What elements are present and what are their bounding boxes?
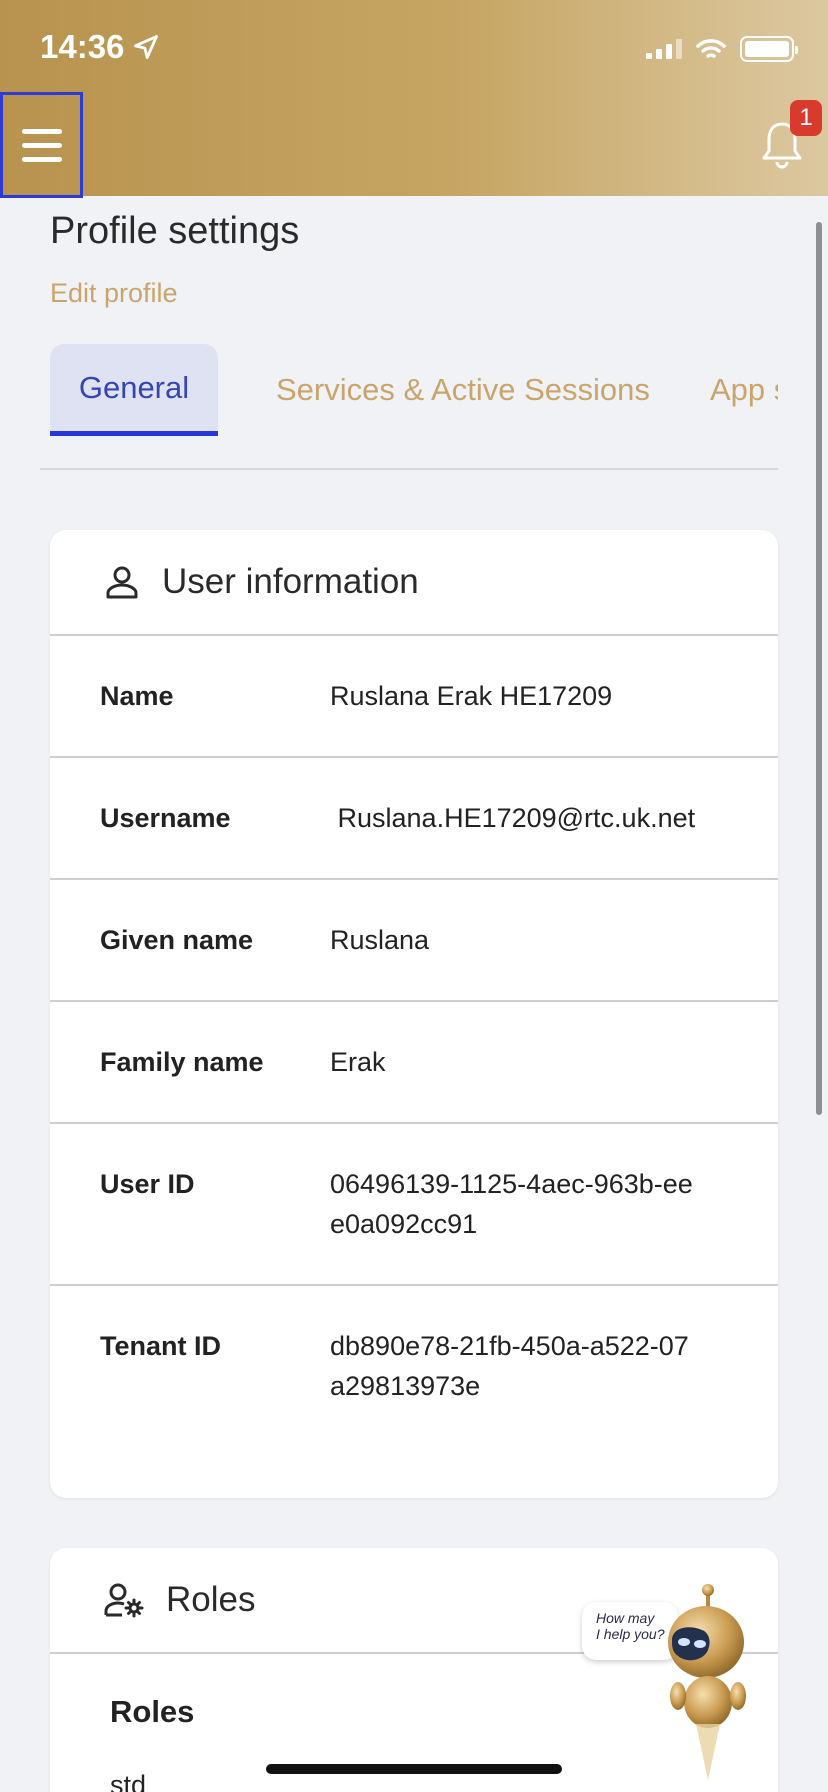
menu-line: [21, 142, 62, 148]
cellular-signal-icon: [646, 39, 682, 59]
row-label: Family name: [100, 1046, 264, 1077]
info-row-name: Name Ruslana Erak HE17209: [50, 636, 778, 758]
tab-general[interactable]: General: [50, 344, 218, 436]
row-value: Ruslana Erak HE17209: [330, 681, 613, 711]
tab-services-active-sessions[interactable]: Services & Active Sessions: [276, 344, 650, 436]
robot-icon: [668, 1584, 746, 1780]
notification-badge: 1: [790, 100, 822, 136]
user-roles-icon: [104, 1583, 144, 1618]
row-label: User ID: [100, 1169, 195, 1199]
person-icon: [106, 566, 138, 599]
menu-line: [21, 128, 62, 134]
chatbot-assistant-button[interactable]: How may I help you?: [582, 1584, 760, 1792]
row-label: Given name: [100, 924, 254, 955]
row-value: Erak: [330, 1047, 386, 1077]
row-value: db890e78-21fb-450a-a522-07a29813973e: [330, 1331, 689, 1401]
wifi-icon: [696, 39, 726, 58]
row-value: Ruslana: [330, 925, 430, 955]
card-header: User information: [50, 530, 778, 636]
info-row-tenant-id: Tenant ID db890e78-21fb-450a-a522-07a298…: [50, 1286, 778, 1448]
app-header: 14:36 1: [0, 0, 828, 198]
row-value: Ruslana.HE17209@rtc.uk.net: [330, 803, 696, 833]
user-information-card: User information Name Ruslana Erak HE172…: [50, 530, 778, 1498]
info-row-given-name: Given name Ruslana: [50, 880, 778, 1002]
row-label: Username: [100, 802, 231, 833]
tab-bar: General Services & Active Sessions App s: [40, 344, 778, 470]
card-title: Roles: [166, 1580, 256, 1619]
status-icons: [646, 36, 798, 62]
card-title: User information: [162, 562, 419, 601]
battery-icon: [740, 36, 798, 62]
row-label: Name: [100, 680, 174, 711]
scrollbar[interactable]: [816, 222, 822, 1115]
page-title: Profile settings: [50, 210, 300, 252]
info-row-username: Username Ruslana.HE17209@rtc.uk.net: [50, 758, 778, 880]
tab-app-settings[interactable]: App s: [710, 344, 778, 436]
roles-value: std: [110, 1770, 147, 1792]
menu-line: [21, 156, 62, 162]
hamburger-menu-button[interactable]: [0, 92, 83, 198]
info-row-family-name: Family name Erak: [50, 1002, 778, 1124]
row-value: 06496139-1125-4aec-963b-eee0a092cc91: [330, 1169, 693, 1239]
status-time: 14:36: [40, 28, 160, 66]
edit-profile-link[interactable]: Edit profile: [50, 278, 178, 309]
location-arrow-icon: [134, 35, 159, 59]
home-indicator[interactable]: [266, 1764, 562, 1774]
roles-subtitle: Roles: [110, 1694, 195, 1729]
clock: 14:36: [40, 28, 125, 65]
row-label: Tenant ID: [100, 1331, 221, 1361]
info-row-user-id: User ID 06496139-1125-4aec-963b-eee0a092…: [50, 1124, 778, 1286]
